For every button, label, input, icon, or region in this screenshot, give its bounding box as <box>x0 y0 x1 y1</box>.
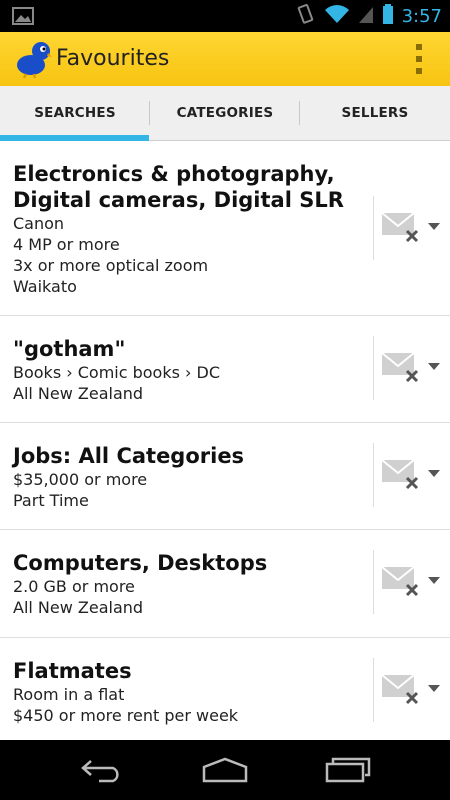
battery-icon <box>382 3 394 29</box>
item-detail: All New Zealand <box>13 384 144 403</box>
tab-label: CATEGORIES <box>176 105 274 121</box>
item-detail: $35,000 or more <box>13 470 148 489</box>
kiwi-bird-logo[interactable] <box>14 39 52 83</box>
page-title: Favourites <box>56 46 170 71</box>
list-item[interactable]: "gotham" Books › Comic books › DC All Ne… <box>0 316 450 423</box>
tab-bar: SEARCHES CATEGORIES SELLERS <box>0 86 450 141</box>
list-item[interactable]: Computers, Desktops 2.0 GB or more All N… <box>0 530 450 638</box>
item-title: Jobs: All Categories <box>13 444 245 468</box>
item-detail: All New Zealand <box>13 598 144 617</box>
back-icon[interactable] <box>72 750 132 790</box>
item-title: Computers, Desktops <box>13 551 268 575</box>
email-off-icon <box>380 456 424 494</box>
tab-label: SELLERS <box>341 105 409 121</box>
recent-apps-icon[interactable] <box>318 750 378 790</box>
email-off-icon <box>380 209 424 247</box>
system-nav-bar <box>0 740 450 800</box>
chevron-down-icon <box>428 223 440 230</box>
chevron-down-icon <box>428 577 440 584</box>
email-off-icon <box>380 671 424 709</box>
item-detail: 3x or more optical zoom <box>13 256 209 275</box>
signal-icon <box>358 3 374 29</box>
item-detail: Room in a flat <box>13 685 125 704</box>
tab-label: SEARCHES <box>34 105 116 121</box>
overflow-menu-icon[interactable] <box>416 44 424 74</box>
item-detail: 4 MP or more <box>13 235 120 254</box>
item-detail: Waikato <box>13 277 77 296</box>
tab-sellers[interactable]: SELLERS <box>300 86 450 140</box>
list-item[interactable]: Electronics & photography, Digital camer… <box>0 141 450 316</box>
chevron-down-icon <box>428 685 440 692</box>
home-icon[interactable] <box>195 750 255 790</box>
email-alert-menu-button[interactable] <box>380 456 444 496</box>
status-clock: 3:57 <box>401 5 442 27</box>
vibrate-icon <box>294 3 316 29</box>
favourite-searches-list: Electronics & photography, Digital camer… <box>0 141 450 740</box>
chevron-down-icon <box>428 363 440 370</box>
email-alert-menu-button[interactable] <box>380 349 444 389</box>
status-bar: 3:57 <box>0 0 450 32</box>
tab-categories[interactable]: CATEGORIES <box>150 86 300 140</box>
action-bar: Favourites <box>0 32 450 86</box>
item-detail: Part Time <box>13 491 89 510</box>
item-title: Flatmates <box>13 659 132 683</box>
email-alert-menu-button[interactable] <box>380 563 444 603</box>
item-detail: 2.0 GB or more <box>13 577 135 596</box>
email-alert-menu-button[interactable] <box>380 209 444 249</box>
list-item[interactable]: Jobs: All Categories $35,000 or more Par… <box>0 423 450 530</box>
tab-searches[interactable]: SEARCHES <box>0 86 150 141</box>
item-detail: $450 or more rent per week <box>13 706 239 725</box>
item-title: Electronics & photography, Digital camer… <box>13 162 344 212</box>
item-title: "gotham" <box>13 337 126 361</box>
chevron-down-icon <box>428 470 440 477</box>
item-detail: Books › Comic books › DC <box>13 363 220 382</box>
email-off-icon <box>380 349 424 387</box>
email-off-icon <box>380 563 424 601</box>
email-alert-menu-button[interactable] <box>380 671 444 711</box>
wifi-icon <box>324 3 350 29</box>
list-item[interactable]: Flatmates Room in a flat $450 or more re… <box>0 638 450 740</box>
item-detail: Canon <box>13 214 65 233</box>
picture-icon <box>12 7 34 29</box>
